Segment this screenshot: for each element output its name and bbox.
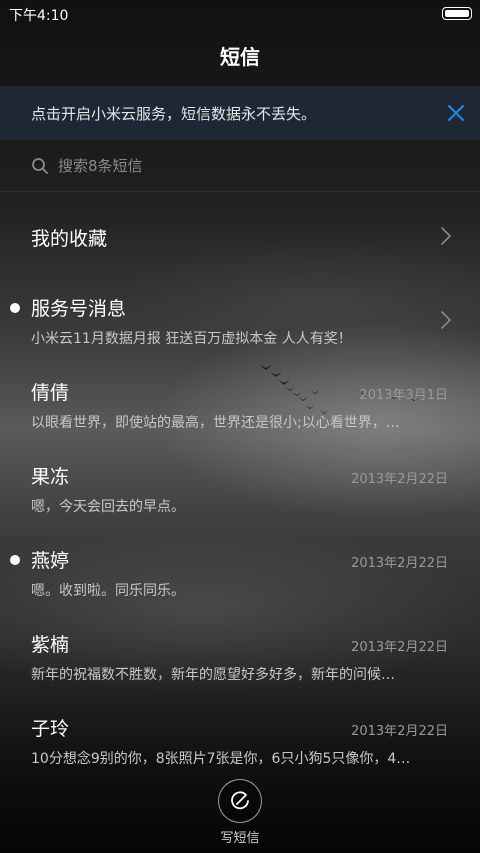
compose-label: 写短信	[220, 831, 260, 846]
conversation-name: 倩倩	[31, 382, 70, 404]
title-bar: 短信	[0, 28, 480, 86]
search-bar	[0, 140, 480, 192]
conversation-name: 燕婷	[31, 550, 70, 572]
status-time: 下午4:10	[9, 8, 69, 24]
chevron-right-icon	[440, 226, 452, 246]
chevron-right-icon	[440, 310, 452, 330]
conversation-preview: 嗯。收到啦。同乐同乐。	[31, 583, 185, 599]
conversation-item[interactable]: 子玲 2013年2月22日 10分想念9别的你，8张照片7张是你，6只小狗5只像…	[0, 698, 480, 782]
conversation-item[interactable]: 服务号消息 小米云11月数据月报 狂送百万虚拟本金 人人有奖！	[0, 278, 480, 362]
conversation-date: 2013年2月22日	[351, 640, 448, 655]
conversation-item[interactable]: 果冻 2013年2月22日 嗯，今天会回去的早点。	[0, 446, 480, 530]
conversation-date: 2013年2月22日	[351, 472, 448, 487]
conversation-item[interactable]: 紫楠 2013年2月22日 新年的祝福数不胜数，新年的愿望好多好多，新年的问候…	[0, 614, 480, 698]
unread-dot	[10, 555, 20, 565]
compose-icon	[229, 790, 251, 812]
close-icon[interactable]	[444, 101, 468, 125]
compose-button[interactable]: 写短信	[210, 778, 270, 848]
conversation-preview: 小米云11月数据月报 狂送百万虚拟本金 人人有奖！	[31, 331, 352, 347]
conversation-preview: 新年的祝福数不胜数，新年的愿望好多好多，新年的问候…	[31, 667, 395, 683]
conversation-name: 子玲	[31, 718, 70, 740]
favorites-item[interactable]: 我的收藏	[0, 194, 480, 278]
conversation-name: 果冻	[31, 466, 70, 488]
battery-icon	[442, 7, 472, 20]
search-icon	[31, 157, 49, 175]
battery-level	[445, 10, 469, 17]
conversation-item[interactable]: 倩倩 2013年3月1日 以眼看世界，即使站的最高，世界还是很小;以心看世界，…	[0, 362, 480, 446]
status-bar: 下午4:10	[0, 0, 480, 28]
conversation-name: 紫楠	[31, 634, 70, 656]
banner-text: 点击开启小米云服务，短信数据永不丢失。	[31, 105, 317, 123]
conversation-preview: 嗯，今天会回去的早点。	[31, 499, 185, 515]
conversation-date: 2013年3月1日	[359, 388, 448, 403]
search-input[interactable]	[58, 154, 438, 178]
cloud-service-banner[interactable]: 点击开启小米云服务，短信数据永不丢失。	[0, 86, 480, 140]
conversation-preview: 以眼看世界，即使站的最高，世界还是很小;以心看世界，…	[31, 415, 400, 431]
page-title: 短信	[220, 45, 260, 69]
compose-circle[interactable]	[218, 779, 262, 823]
conversation-name: 服务号消息	[31, 298, 127, 320]
unread-dot	[10, 303, 20, 313]
favorites-label: 我的收藏	[31, 228, 108, 250]
conversation-item[interactable]: 燕婷 2013年2月22日 嗯。收到啦。同乐同乐。	[0, 530, 480, 614]
conversation-preview: 10分想念9别的你，8张照片7张是你，6只小狗5只像你，4…	[31, 751, 411, 767]
conversation-date: 2013年2月22日	[351, 556, 448, 571]
conversation-date: 2013年2月22日	[351, 724, 448, 739]
